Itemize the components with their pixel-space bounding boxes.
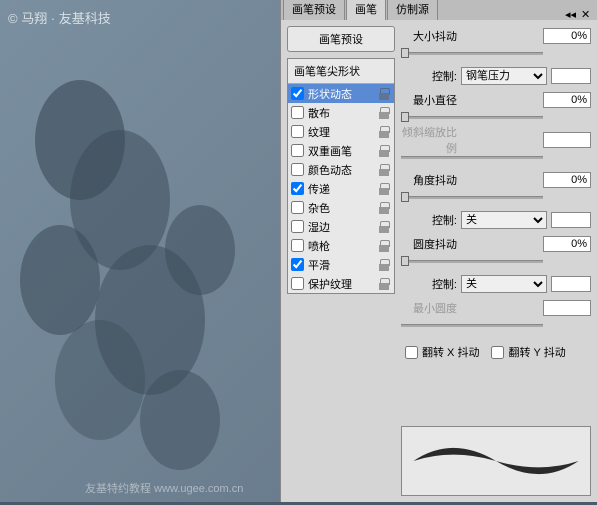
control1-label: 控制: (401, 68, 457, 84)
option-checkbox-1[interactable] (291, 106, 304, 119)
option-checkbox-8[interactable] (291, 239, 304, 252)
brush-options-list: 画笔笔尖形状 形状动态散布纹理双重画笔颜色动态传递杂色湿边喷枪平滑保护纹理 (287, 58, 395, 294)
option-checkbox-7[interactable] (291, 220, 304, 233)
option-3[interactable]: 双重画笔 (288, 141, 394, 160)
min-diameter-label: 最小直径 (401, 92, 457, 108)
lock-icon[interactable] (379, 259, 391, 271)
option-2[interactable]: 纹理 (288, 122, 394, 141)
option-checkbox-10[interactable] (291, 277, 304, 290)
min-roundness-label: 最小圆度 (401, 300, 457, 316)
tilt-scale-label: 倾斜缩放比例 (401, 124, 457, 156)
size-jitter-value[interactable]: 0% (543, 28, 591, 44)
lock-icon[interactable] (379, 278, 391, 290)
option-9[interactable]: 平滑 (288, 255, 394, 274)
lock-icon[interactable] (379, 126, 391, 138)
control2-label: 控制: (401, 212, 457, 228)
lock-icon[interactable] (379, 164, 391, 176)
tab-brush[interactable]: 画笔 (346, 0, 386, 20)
control1-select[interactable]: 钢笔压力 (461, 67, 547, 85)
option-4[interactable]: 颜色动态 (288, 160, 394, 179)
close-icon[interactable]: ✕ (581, 8, 593, 18)
roundness-jitter-label: 圆度抖动 (401, 236, 457, 252)
control3-label: 控制: (401, 276, 457, 292)
lock-icon[interactable] (379, 88, 391, 100)
watermark-top: © 马翔 · 友基科技 (8, 8, 111, 27)
option-checkbox-5[interactable] (291, 182, 304, 195)
control1-extra[interactable] (551, 68, 591, 84)
brush-preview (401, 426, 591, 496)
lock-icon[interactable] (379, 240, 391, 252)
watermark-bottom: 友基特约教程 www.ugee.com.cn (85, 480, 243, 496)
brush-panel: 画笔预设 画笔 仿制源 ◂◂ ✕ 画笔预设 画笔笔尖形状 形状动态散布纹理双重画… (280, 0, 597, 502)
option-checkbox-4[interactable] (291, 163, 304, 176)
option-label-9: 平滑 (308, 257, 379, 273)
option-checkbox-0[interactable] (291, 87, 304, 100)
brush-tip-shape-header[interactable]: 画笔笔尖形状 (288, 59, 394, 84)
min-diameter-slider[interactable] (401, 114, 591, 124)
lock-icon[interactable] (379, 107, 391, 119)
option-8[interactable]: 喷枪 (288, 236, 394, 255)
tab-brush-presets[interactable]: 画笔预设 (283, 0, 345, 20)
option-checkbox-9[interactable] (291, 258, 304, 271)
angle-jitter-value[interactable]: 0% (543, 172, 591, 188)
option-label-0: 形状动态 (308, 86, 379, 102)
option-0[interactable]: 形状动态 (288, 84, 394, 103)
control3-extra[interactable] (551, 276, 591, 292)
option-label-5: 传递 (308, 181, 379, 197)
option-label-8: 喷枪 (308, 238, 379, 254)
option-label-2: 纹理 (308, 124, 379, 140)
control3-select[interactable]: 关 (461, 275, 547, 293)
option-checkbox-6[interactable] (291, 201, 304, 214)
min-diameter-value[interactable]: 0% (543, 92, 591, 108)
option-label-3: 双重画笔 (308, 143, 379, 159)
flip-x-checkbox[interactable]: 翻转 X 抖动 (405, 344, 479, 360)
tilt-scale-value (543, 132, 591, 148)
option-10[interactable]: 保护纹理 (288, 274, 394, 293)
panel-tabs: 画笔预设 画笔 仿制源 ◂◂ ✕ (281, 0, 597, 20)
option-label-6: 杂色 (308, 200, 379, 216)
option-6[interactable]: 杂色 (288, 198, 394, 217)
option-7[interactable]: 湿边 (288, 217, 394, 236)
min-roundness-value (543, 300, 591, 316)
lock-icon[interactable] (379, 145, 391, 157)
roundness-jitter-value[interactable]: 0% (543, 236, 591, 252)
flip-y-checkbox[interactable]: 翻转 Y 抖动 (491, 344, 565, 360)
tab-clone-source[interactable]: 仿制源 (387, 0, 438, 20)
option-label-7: 湿边 (308, 219, 379, 235)
min-roundness-slider (401, 322, 591, 332)
tilt-scale-slider (401, 154, 591, 164)
option-5[interactable]: 传递 (288, 179, 394, 198)
lock-icon[interactable] (379, 202, 391, 214)
control2-extra[interactable] (551, 212, 591, 228)
size-jitter-slider[interactable] (401, 50, 591, 60)
option-label-4: 颜色动态 (308, 162, 379, 178)
brush-preset-button[interactable]: 画笔预设 (287, 26, 395, 52)
option-label-10: 保护纹理 (308, 276, 379, 292)
collapse-icon[interactable]: ◂◂ (565, 8, 577, 18)
option-label-1: 散布 (308, 105, 379, 121)
canvas-area[interactable] (0, 0, 280, 502)
lock-icon[interactable] (379, 221, 391, 233)
angle-jitter-slider[interactable] (401, 194, 591, 204)
roundness-jitter-slider[interactable] (401, 258, 591, 268)
control2-select[interactable]: 关 (461, 211, 547, 229)
lock-icon[interactable] (379, 183, 391, 195)
option-checkbox-2[interactable] (291, 125, 304, 138)
option-1[interactable]: 散布 (288, 103, 394, 122)
option-checkbox-3[interactable] (291, 144, 304, 157)
size-jitter-label: 大小抖动 (401, 28, 457, 44)
angle-jitter-label: 角度抖动 (401, 172, 457, 188)
